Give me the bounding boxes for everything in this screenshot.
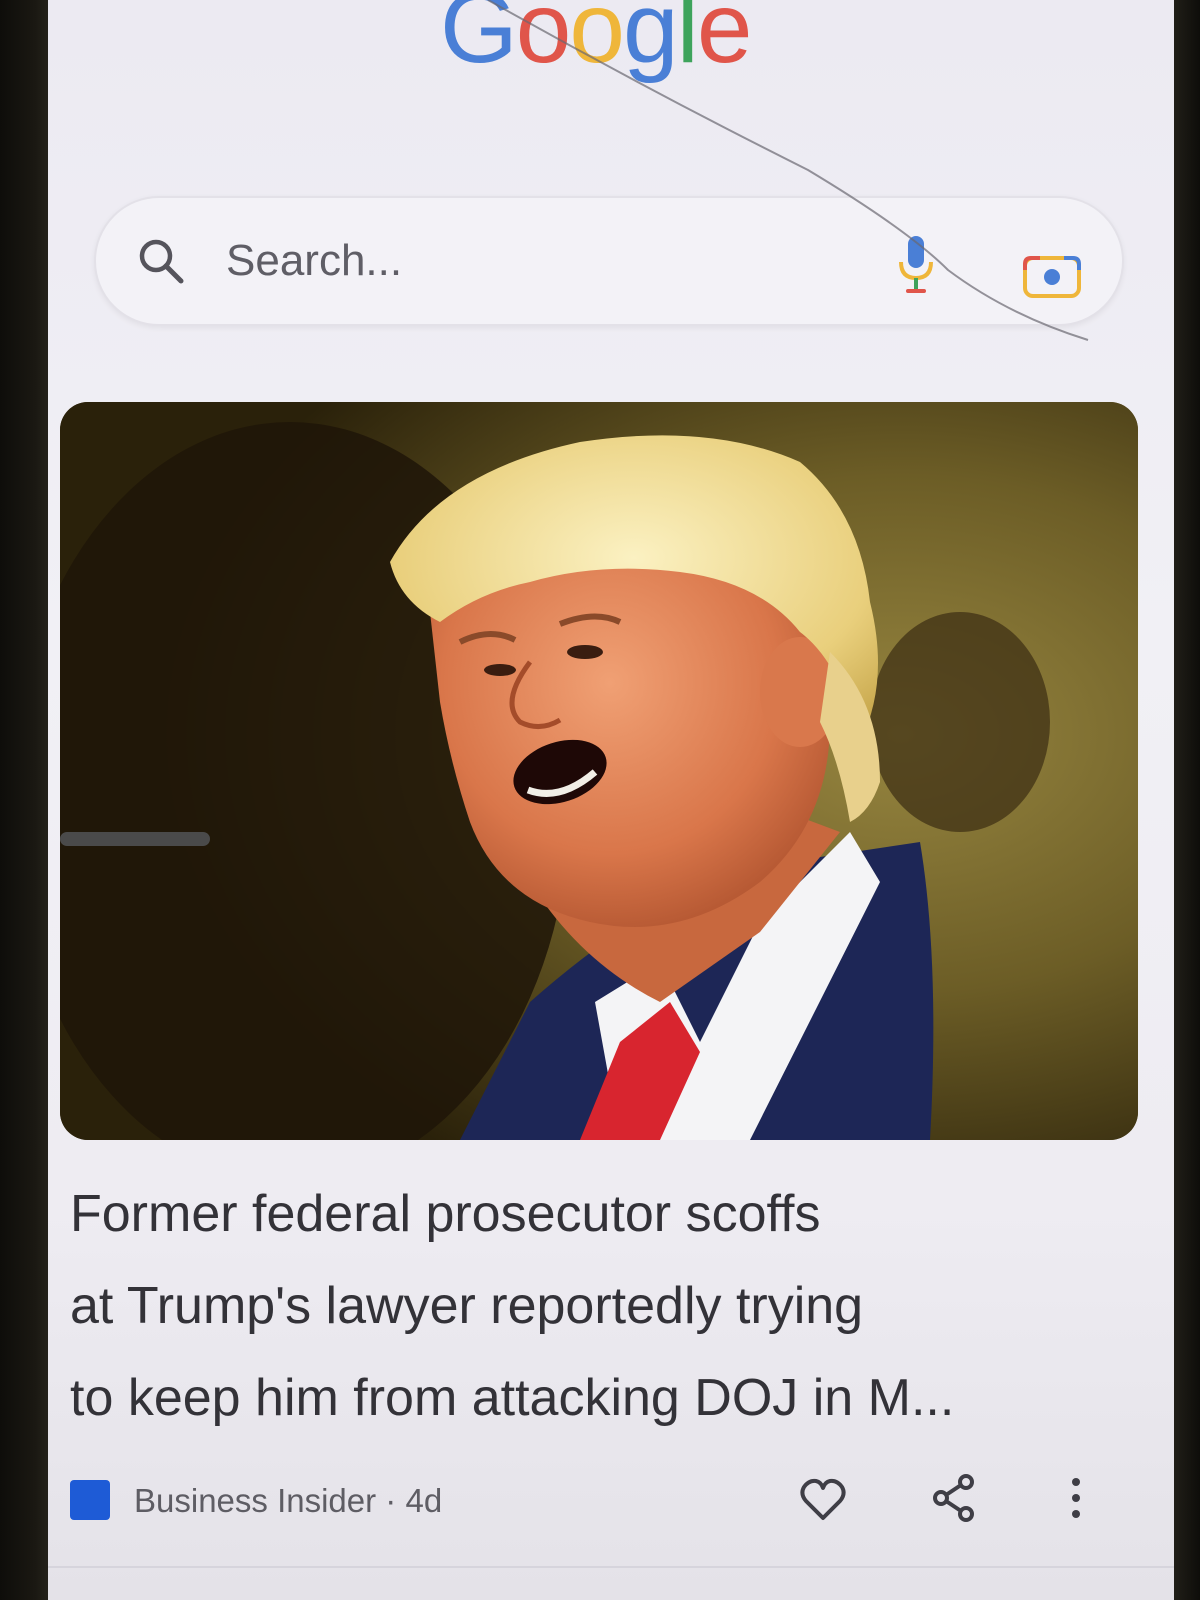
phone-bezel-right xyxy=(1170,0,1200,1600)
news-headline[interactable]: Former federal prosecutor scoffs at Trum… xyxy=(70,1168,1130,1444)
news-card-image[interactable] xyxy=(60,402,1138,1140)
share-icon[interactable] xyxy=(932,1474,976,1522)
search-bar[interactable]: Search... xyxy=(94,196,1124,326)
microphone-icon[interactable] xyxy=(896,234,936,296)
logo-letter: l xyxy=(676,0,699,84)
headline-line: to keep him from attacking DOJ in M... xyxy=(70,1369,955,1427)
logo-letter: e xyxy=(696,0,753,84)
card-divider xyxy=(48,1566,1174,1568)
headline-line: Former federal prosecutor scoffs xyxy=(70,1185,821,1243)
source-info[interactable]: Business Insider · 4d xyxy=(134,1482,442,1520)
meta-separator: · xyxy=(385,1482,397,1519)
headline-line: at Trump's lawyer reportedly trying xyxy=(70,1277,864,1335)
search-input[interactable]: Search... xyxy=(226,236,402,286)
more-vertical-icon[interactable] xyxy=(1066,1474,1086,1522)
source-logo xyxy=(70,1480,110,1520)
logo-letter: o xyxy=(515,0,572,84)
news-photo xyxy=(60,402,1138,1140)
logo-letter: g xyxy=(623,0,679,84)
logo-letter: G xyxy=(440,0,518,84)
heart-icon[interactable] xyxy=(800,1478,846,1522)
article-age: 4d xyxy=(405,1482,443,1519)
source-name: Business Insider xyxy=(134,1482,377,1519)
camera-lens-icon[interactable] xyxy=(1022,250,1082,300)
news-meta-row: Business Insider · 4d xyxy=(70,1474,1130,1530)
phone-screen: Google Search... Former federal prosecut… xyxy=(48,0,1174,1600)
logo-letter: o xyxy=(569,0,625,84)
google-logo[interactable]: Google xyxy=(440,0,753,84)
search-icon[interactable] xyxy=(136,236,186,286)
